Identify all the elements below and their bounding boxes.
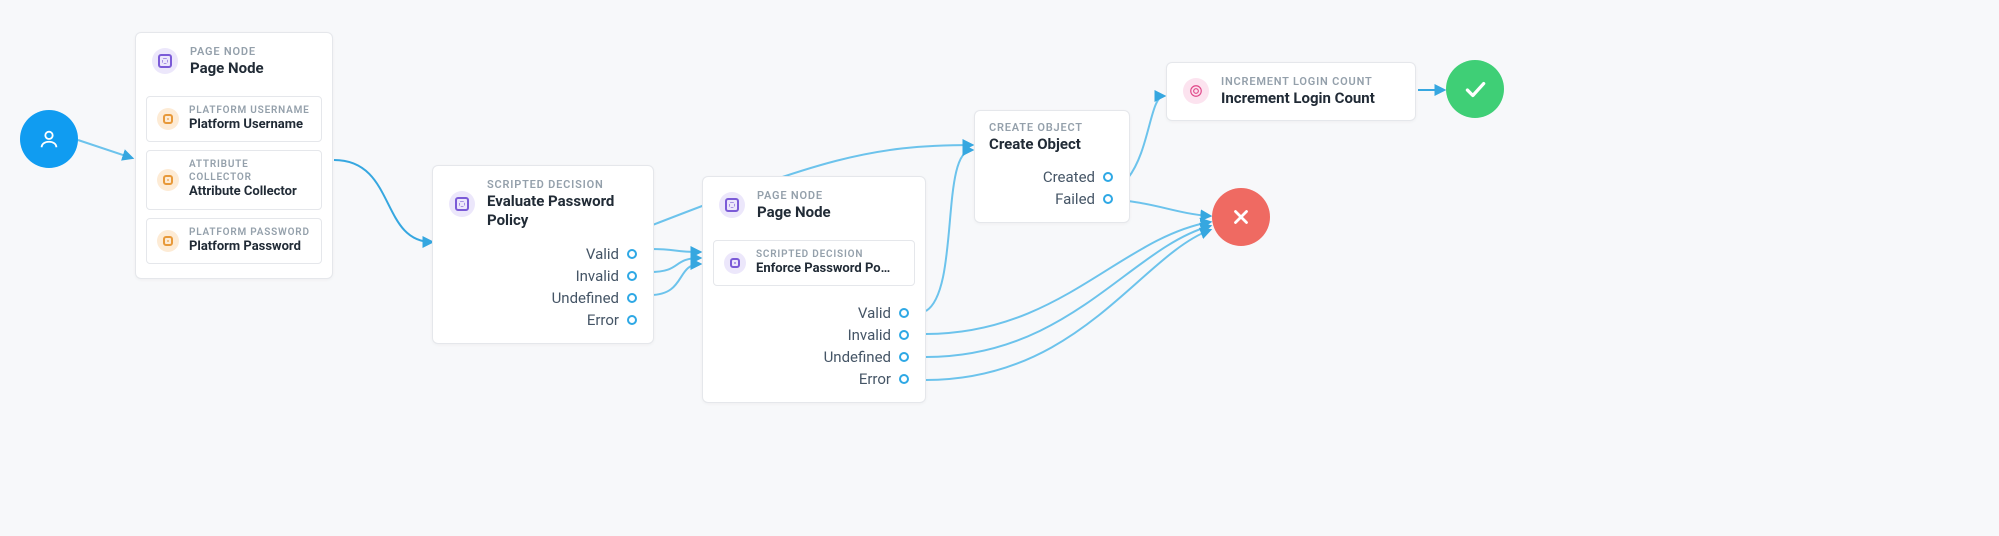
- port-icon[interactable]: [899, 330, 909, 340]
- outcome-error[interactable]: Error: [859, 370, 909, 388]
- outcome-undefined[interactable]: Undefined: [824, 348, 909, 366]
- outcome-label: Invalid: [848, 326, 891, 344]
- attribute-icon: [157, 169, 179, 191]
- outcomes: Created Failed: [975, 164, 1129, 222]
- subnode-titles: ATTRIBUTE COLLECTOR Attribute Collector: [189, 159, 311, 200]
- node-titles: PAGE NODE Page Node: [190, 45, 264, 78]
- failure-node[interactable]: [1212, 188, 1270, 246]
- subnode-titles: SCRIPTED DECISION Enforce Password Po…: [756, 249, 890, 278]
- node-header: PAGE NODE Page Node: [136, 33, 332, 90]
- subnode-platform-username[interactable]: PLATFORM USERNAME Platform Username: [146, 96, 322, 143]
- subnode-titles: PLATFORM PASSWORD Platform Password: [189, 227, 310, 256]
- subnode-type: PLATFORM USERNAME: [189, 105, 310, 118]
- subnode-enforce-password-policy[interactable]: SCRIPTED DECISION Enforce Password Po…: [713, 240, 915, 287]
- subnode-title: Platform Username: [189, 117, 310, 133]
- check-icon: [1462, 76, 1488, 102]
- evaluate-password-policy-node[interactable]: SCRIPTED DECISION Evaluate Password Poli…: [432, 165, 654, 344]
- port-icon[interactable]: [627, 271, 637, 281]
- outcome-label: Error: [587, 311, 619, 329]
- outcome-label: Undefined: [824, 348, 891, 366]
- node-titles: PAGE NODE Page Node: [757, 189, 831, 222]
- port-icon[interactable]: [627, 315, 637, 325]
- subnode-type: PLATFORM PASSWORD: [189, 227, 310, 240]
- node-titles: SCRIPTED DECISION Evaluate Password Poli…: [487, 178, 637, 229]
- node-header: SCRIPTED DECISION Evaluate Password Poli…: [433, 166, 653, 241]
- close-icon: [1230, 206, 1252, 228]
- node-title: Page Node: [757, 203, 831, 222]
- outcomes: Valid Invalid Undefined Error: [703, 300, 925, 402]
- outcome-label: Invalid: [576, 267, 619, 285]
- outcome-created[interactable]: Created: [1043, 168, 1113, 186]
- node-header: INCREMENT LOGIN COUNT Increment Login Co…: [1167, 63, 1415, 120]
- page-icon: [152, 48, 178, 74]
- node-subtype: INCREMENT LOGIN COUNT: [1221, 75, 1375, 89]
- create-object-node[interactable]: CREATE OBJECT Create Object Created Fail…: [974, 110, 1130, 223]
- outcome-invalid[interactable]: Invalid: [576, 267, 637, 285]
- outcome-label: Failed: [1055, 190, 1095, 208]
- script-icon: [449, 191, 475, 217]
- subnode-title: Attribute Collector: [189, 184, 311, 200]
- outcome-valid[interactable]: Valid: [858, 304, 909, 322]
- outcome-invalid[interactable]: Invalid: [848, 326, 909, 344]
- subnode-title: Enforce Password Po…: [756, 261, 890, 277]
- node-subtype: SCRIPTED DECISION: [487, 178, 637, 192]
- outcome-error[interactable]: Error: [587, 311, 637, 329]
- port-icon[interactable]: [899, 352, 909, 362]
- subnode-list: SCRIPTED DECISION Enforce Password Po…: [703, 234, 925, 301]
- port-icon[interactable]: [899, 308, 909, 318]
- subnode-list: PLATFORM USERNAME Platform Username ATTR…: [136, 90, 332, 279]
- subnode-title: Platform Password: [189, 239, 310, 255]
- outcome-undefined[interactable]: Undefined: [552, 289, 637, 307]
- node-header: PAGE NODE Page Node: [703, 177, 925, 234]
- node-title: Create Object: [989, 135, 1083, 154]
- person-icon: [38, 128, 60, 150]
- outcome-label: Error: [859, 370, 891, 388]
- port-icon[interactable]: [899, 374, 909, 384]
- password-icon: [157, 230, 179, 252]
- port-icon[interactable]: [627, 249, 637, 259]
- port-icon[interactable]: [1103, 172, 1113, 182]
- outcome-label: Undefined: [552, 289, 619, 307]
- node-title: Page Node: [190, 59, 264, 78]
- node-subtype: CREATE OBJECT: [989, 121, 1083, 135]
- node-header: CREATE OBJECT Create Object: [975, 111, 1129, 164]
- outcome-label: Valid: [586, 245, 619, 263]
- outcome-failed[interactable]: Failed: [1055, 190, 1113, 208]
- target-icon: [1189, 84, 1203, 98]
- subnode-titles: PLATFORM USERNAME Platform Username: [189, 105, 310, 134]
- outcome-label: Created: [1043, 168, 1095, 186]
- outcome-valid[interactable]: Valid: [586, 245, 637, 263]
- port-icon[interactable]: [1103, 194, 1113, 204]
- page-icon: [719, 192, 745, 218]
- node-title: Increment Login Count: [1221, 89, 1375, 108]
- script-icon: [724, 252, 746, 274]
- success-node[interactable]: [1446, 60, 1504, 118]
- node-titles: INCREMENT LOGIN COUNT Increment Login Co…: [1221, 75, 1375, 108]
- subnode-type: SCRIPTED DECISION: [756, 249, 890, 262]
- start-node[interactable]: [20, 110, 78, 168]
- node-title: Evaluate Password Policy: [487, 192, 637, 230]
- node-titles: CREATE OBJECT Create Object: [989, 121, 1083, 154]
- node-subtype: PAGE NODE: [190, 45, 264, 59]
- port-icon[interactable]: [627, 293, 637, 303]
- page-node-1[interactable]: PAGE NODE Page Node PLATFORM USERNAME Pl…: [135, 32, 333, 279]
- outcomes: Valid Invalid Undefined Error: [433, 241, 653, 343]
- outcome-label: Valid: [858, 304, 891, 322]
- node-subtype: PAGE NODE: [757, 189, 831, 203]
- counter-icon: [1183, 78, 1209, 104]
- page-node-2[interactable]: PAGE NODE Page Node SCRIPTED DECISION En…: [702, 176, 926, 403]
- subnode-attribute-collector[interactable]: ATTRIBUTE COLLECTOR Attribute Collector: [146, 150, 322, 209]
- username-icon: [157, 108, 179, 130]
- increment-login-count-node[interactable]: INCREMENT LOGIN COUNT Increment Login Co…: [1166, 62, 1416, 121]
- subnode-platform-password[interactable]: PLATFORM PASSWORD Platform Password: [146, 218, 322, 265]
- subnode-type: ATTRIBUTE COLLECTOR: [189, 159, 311, 184]
